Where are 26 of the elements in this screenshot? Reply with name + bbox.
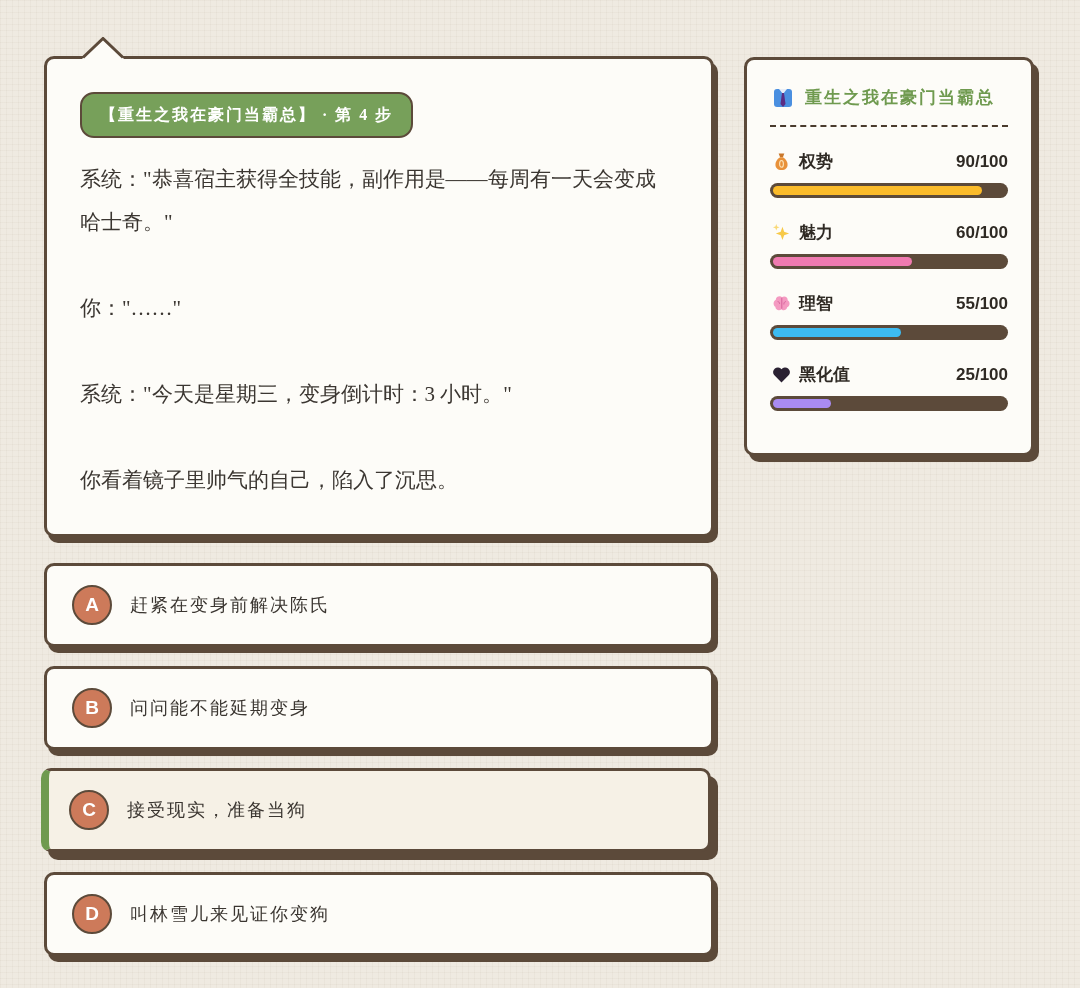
brain-icon (772, 294, 791, 313)
choice-text: 赶紧在变身前解决陈氏 (130, 593, 330, 617)
sparkles-icon (772, 223, 791, 242)
choice-letter-badge: B (72, 688, 112, 728)
story-paragraph: 你看着镜子里帅气的自己，陷入了沉思。 (80, 467, 459, 494)
stat-value: 55/100 (956, 292, 1008, 315)
stat-value: 60/100 (956, 221, 1008, 244)
stat-label: 理智 (799, 292, 833, 315)
choice-letter-badge: C (69, 790, 109, 830)
story-paragraph: 系统："今天是星期三，变身倒计时：3 小时。" (80, 381, 513, 408)
heart-icon (772, 366, 791, 383)
story-paragraph: 系统："恭喜宿主获得全技能，副作用是——每周有一天会变成哈士奇。" (80, 166, 657, 236)
stat-label: 权势 (799, 150, 833, 173)
choice-text: 叫林雪儿来见证你变狗 (130, 902, 330, 926)
choice-text: 问问能不能延期变身 (130, 696, 310, 720)
stat-value: 90/100 (956, 150, 1008, 173)
story-paragraph: 你："……" (80, 295, 183, 322)
stat-label: 黑化值 (799, 363, 850, 386)
choice-text: 接受现实，准备当狗 (127, 798, 307, 822)
shirt-icon (773, 87, 793, 108)
choice-letter-badge: D (72, 894, 112, 934)
stat-value: 25/100 (956, 363, 1008, 386)
story-header-badge: 【重生之我在豪门当霸总】 · 第 4 步 (80, 92, 414, 138)
stat-label: 魅力 (799, 221, 833, 244)
stats-title: 重生之我在豪门当霸总 (805, 87, 995, 109)
choice-letter-badge: A (72, 585, 112, 625)
